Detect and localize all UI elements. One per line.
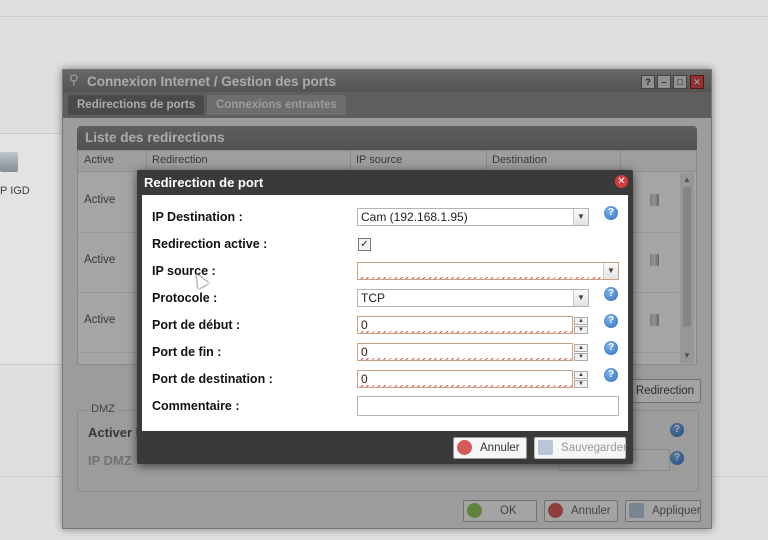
cancel-icon	[457, 440, 472, 455]
end-port-input[interactable]: 0 ▲ ▼	[357, 343, 588, 361]
stepper-up-icon[interactable]: ▲	[574, 317, 588, 325]
protocol-label: Protocole :	[152, 291, 218, 305]
redirection-active-label: Redirection active :	[152, 237, 268, 251]
destination-port-value: 0	[361, 372, 368, 386]
stepper-down-icon[interactable]: ▼	[574, 326, 588, 334]
help-icon[interactable]: ?	[604, 368, 618, 382]
comment-input[interactable]	[357, 396, 619, 416]
help-icon[interactable]: ?	[604, 314, 618, 328]
port-redirect-dialog: Redirection de port ✕ IP Destination : C…	[137, 170, 633, 464]
protocol-value: TCP	[361, 291, 385, 305]
ip-source-label: IP source :	[152, 264, 216, 278]
ip-destination-select[interactable]: Cam (192.168.1.95) ▼	[357, 208, 589, 226]
dialog-footer: Annuler Sauvegarder	[137, 433, 633, 464]
protocol-select[interactable]: TCP ▼	[357, 289, 589, 307]
redirection-active-checkbox[interactable]: ✓	[358, 238, 371, 251]
help-icon[interactable]: ?	[604, 287, 618, 301]
destination-port-stepper[interactable]: ▲ ▼	[574, 371, 588, 389]
save-disk-icon	[538, 440, 553, 455]
destination-port-label: Port de destination :	[152, 372, 273, 386]
stepper-up-icon[interactable]: ▲	[574, 371, 588, 379]
chevron-down-icon[interactable]: ▼	[573, 290, 588, 306]
start-port-value: 0	[361, 318, 368, 332]
start-port-label: Port de début :	[152, 318, 241, 332]
help-icon[interactable]: ?	[604, 206, 618, 220]
dialog-close-button[interactable]: ✕	[615, 175, 628, 188]
start-port-stepper[interactable]: ▲ ▼	[574, 317, 588, 335]
comment-label: Commentaire :	[152, 399, 240, 413]
stepper-down-icon[interactable]: ▼	[574, 353, 588, 361]
dialog-form: IP Destination : Cam (192.168.1.95) ▼ ? …	[142, 195, 628, 431]
ip-destination-value: Cam (192.168.1.95)	[361, 210, 468, 224]
chevron-down-icon[interactable]: ▼	[603, 263, 618, 279]
destination-port-input[interactable]: 0 ▲ ▼	[357, 370, 588, 388]
dialog-cancel-label: Annuler	[480, 442, 520, 454]
stepper-up-icon[interactable]: ▲	[574, 344, 588, 352]
dialog-cancel-button[interactable]: Annuler	[453, 437, 527, 459]
chevron-down-icon[interactable]: ▼	[573, 209, 588, 225]
end-port-value: 0	[361, 345, 368, 359]
ip-source-select[interactable]: ▼	[357, 262, 619, 280]
end-port-label: Port de fin :	[152, 345, 222, 359]
start-port-input[interactable]: 0 ▲ ▼	[357, 316, 588, 334]
dialog-save-label: Sauvegarder	[561, 442, 627, 454]
end-port-stepper[interactable]: ▲ ▼	[574, 344, 588, 362]
stepper-down-icon[interactable]: ▼	[574, 380, 588, 388]
dialog-save-button[interactable]: Sauvegarder	[534, 437, 627, 459]
dialog-title: Redirection de port	[144, 175, 264, 190]
ip-destination-label: IP Destination :	[152, 210, 243, 224]
help-icon[interactable]: ?	[604, 341, 618, 355]
